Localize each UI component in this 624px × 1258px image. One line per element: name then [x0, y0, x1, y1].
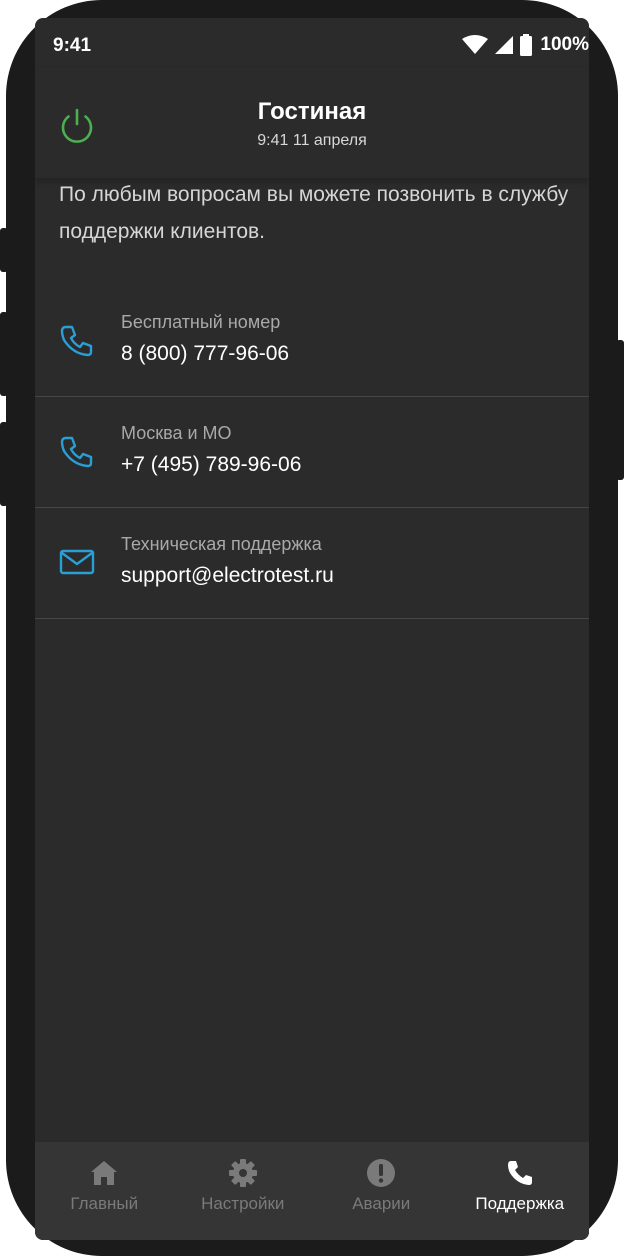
- nav-item-support[interactable]: Поддержка: [451, 1142, 590, 1240]
- contact-value: +7 (495) 789-96-06: [121, 453, 302, 476]
- nav-item-home[interactable]: Главный: [35, 1142, 174, 1240]
- phone-icon: [60, 325, 93, 357]
- gear-icon: [228, 1159, 257, 1187]
- status-time: 9:41: [53, 35, 92, 56]
- home-icon: [91, 1161, 118, 1185]
- header: Гостиная 9:41 11 апреля: [35, 68, 589, 178]
- nav-label: Поддержка: [475, 1194, 565, 1213]
- nav-item-alarms[interactable]: Аварии: [312, 1142, 451, 1240]
- contact-label: Бесплатный номер: [121, 312, 281, 332]
- nav-label: Главный: [70, 1194, 139, 1213]
- contact-label: Техническая поддержка: [121, 534, 322, 554]
- bottom-navigation: Главный Настройки Аварии Поддержка: [35, 1142, 589, 1240]
- signal-icon: [495, 36, 514, 54]
- contact-value: support@electrotest.ru: [121, 564, 334, 587]
- wifi-icon: [462, 35, 489, 54]
- phone-icon: [507, 1161, 532, 1185]
- mail-icon: [59, 549, 95, 575]
- battery-percent: 100%: [540, 34, 589, 55]
- page-subtitle: 9:41 11 апреля: [257, 132, 367, 149]
- contact-item-free-number[interactable]: Бесплатный номер 8 (800) 777-96-06: [35, 286, 589, 397]
- contact-item-moscow[interactable]: Москва и МО +7 (495) 789-96-06: [35, 397, 589, 508]
- side-button: [616, 340, 624, 480]
- side-button: [0, 228, 8, 272]
- status-bar: 9:41 100%: [35, 18, 589, 68]
- nav-label: Аварии: [352, 1194, 411, 1213]
- contact-label: Москва и МО: [121, 423, 232, 443]
- battery-icon: [520, 34, 533, 56]
- page-title: Гостиная: [257, 98, 367, 125]
- nav-label: Настройки: [201, 1194, 285, 1213]
- app-screen: 9:41 100% Гостиная 9:41 11 апреля По люб…: [35, 18, 589, 1240]
- contact-item-tech-support[interactable]: Техническая поддержка support@electrotes…: [35, 508, 589, 619]
- nav-item-settings[interactable]: Настройки: [174, 1142, 313, 1240]
- side-button: [0, 422, 8, 506]
- alert-icon: [367, 1159, 396, 1187]
- side-button: [0, 312, 8, 396]
- intro-text: По любым вопросам вы можете позвонить в …: [59, 183, 569, 243]
- contact-list: Бесплатный номер 8 (800) 777-96-06 Москв…: [35, 286, 589, 619]
- contact-value: 8 (800) 777-96-06: [121, 342, 290, 365]
- phone-icon: [60, 436, 93, 468]
